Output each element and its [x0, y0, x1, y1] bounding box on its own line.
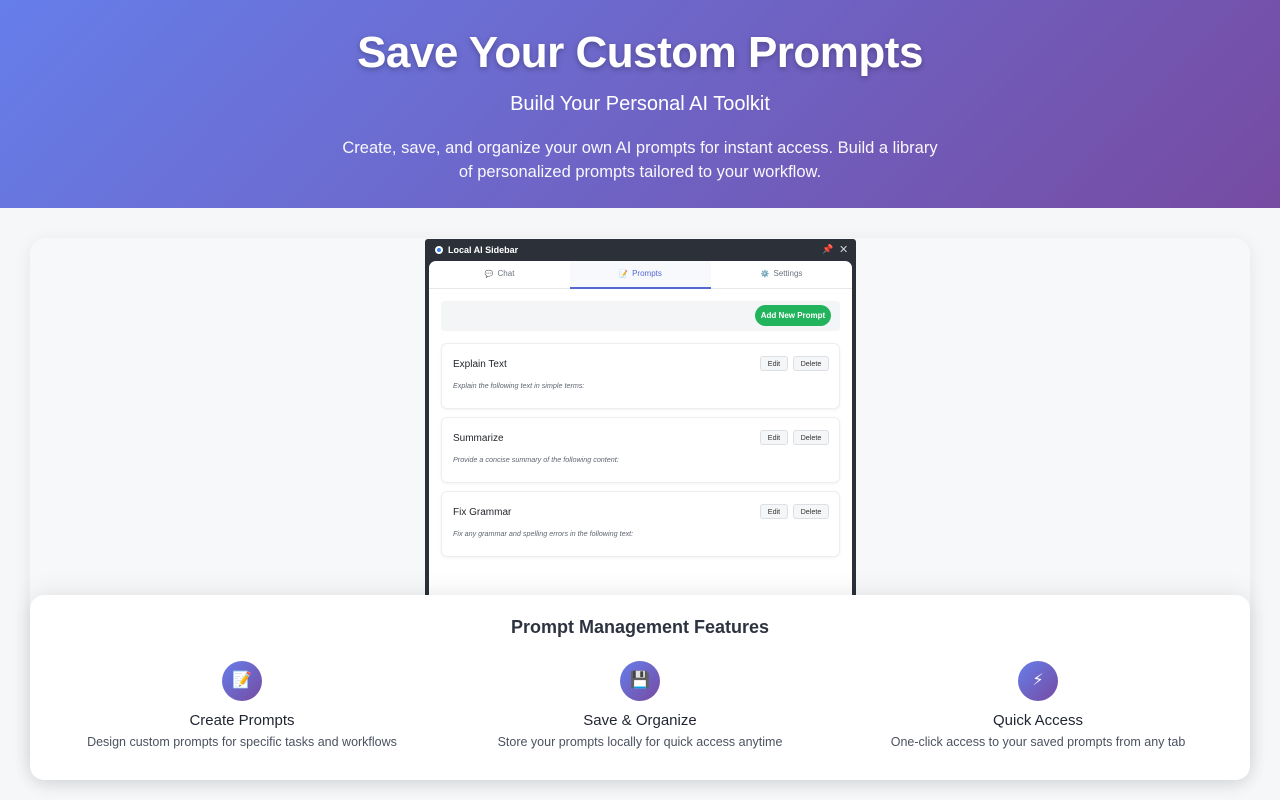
- tab-settings[interactable]: ⚙️ Settings: [711, 261, 852, 289]
- prompt-text: Provide a concise summary of the followi…: [453, 455, 619, 464]
- window-titlebar: Local AI Sidebar 📌 ✕: [425, 239, 856, 261]
- hero-subtitle: Build Your Personal AI Toolkit: [510, 93, 770, 115]
- prompt-card: Fix Grammar Edit Delete Fix any grammar …: [441, 491, 840, 557]
- prompt-name: Explain Text: [453, 359, 507, 370]
- feature-title: Create Prompts: [189, 712, 295, 729]
- feature-title: Save & Organize: [583, 712, 697, 729]
- feature-create-prompts: 📝 Create Prompts Design custom prompts f…: [42, 661, 442, 749]
- close-icon[interactable]: ✕: [839, 243, 848, 256]
- hero-title: Save Your Custom Prompts: [357, 28, 923, 77]
- feature-quick-access: ⚡ Quick Access One-click access to your …: [838, 661, 1238, 749]
- floppy-disk-icon: 💾: [620, 661, 660, 701]
- delete-button[interactable]: Delete: [793, 504, 829, 519]
- tab-chat[interactable]: 💬 Chat: [429, 261, 570, 289]
- pin-icon[interactable]: 📌: [822, 244, 833, 255]
- sidebar-window: Local AI Sidebar 📌 ✕ 💬 Chat 📝 Prompts ⚙️…: [425, 239, 856, 599]
- app-logo-icon: [435, 246, 443, 254]
- tab-label: Prompts: [632, 269, 662, 278]
- prompt-card: Explain Text Edit Delete Explain the fol…: [441, 343, 840, 409]
- memo-icon: 📝: [619, 271, 628, 278]
- prompts-toolbar: Add New Prompt: [441, 301, 840, 331]
- edit-button[interactable]: Edit: [760, 356, 788, 371]
- prompt-name: Fix Grammar: [453, 507, 512, 518]
- window-title: Local AI Sidebar: [448, 245, 519, 255]
- prompt-name: Summarize: [453, 433, 504, 444]
- add-new-prompt-button[interactable]: Add New Prompt: [755, 305, 831, 326]
- gear-icon: ⚙️: [760, 271, 770, 278]
- tab-label: Chat: [497, 269, 515, 278]
- hero-description: Create, save, and organize your own AI p…: [342, 139, 938, 181]
- features-title: Prompt Management Features: [510, 617, 770, 637]
- prompt-text: Fix any grammar and spelling errors in t…: [453, 529, 634, 538]
- feature-save-organize: 💾 Save & Organize Store your prompts loc…: [440, 661, 840, 749]
- lightning-icon: ⚡: [1018, 661, 1058, 701]
- delete-button[interactable]: Delete: [793, 356, 829, 371]
- sidebar-panel: 💬 Chat 📝 Prompts ⚙️ Settings Add New Pro…: [429, 261, 852, 599]
- speech-bubble-icon: 💬: [484, 271, 494, 278]
- prompt-text: Explain the following text in simple ter…: [453, 381, 585, 390]
- memo-icon: 📝: [222, 661, 262, 701]
- feature-description: One-click access to your saved prompts f…: [890, 735, 1186, 749]
- edit-button[interactable]: Edit: [760, 504, 788, 519]
- tab-prompts[interactable]: 📝 Prompts: [570, 261, 711, 289]
- features-card: Prompt Management Features 📝 Create Prom…: [30, 595, 1250, 780]
- delete-button[interactable]: Delete: [793, 430, 829, 445]
- feature-description: Store your prompts locally for quick acc…: [497, 735, 783, 749]
- tab-label: Settings: [773, 269, 803, 278]
- feature-title: Quick Access: [992, 712, 1084, 729]
- hero-banner: Save Your Custom Prompts Build Your Pers…: [0, 0, 1280, 208]
- feature-description: Design custom prompts for specific tasks…: [87, 735, 397, 749]
- tab-bar: 💬 Chat 📝 Prompts ⚙️ Settings: [429, 261, 852, 289]
- edit-button[interactable]: Edit: [760, 430, 788, 445]
- prompt-card: Summarize Edit Delete Provide a concise …: [441, 417, 840, 483]
